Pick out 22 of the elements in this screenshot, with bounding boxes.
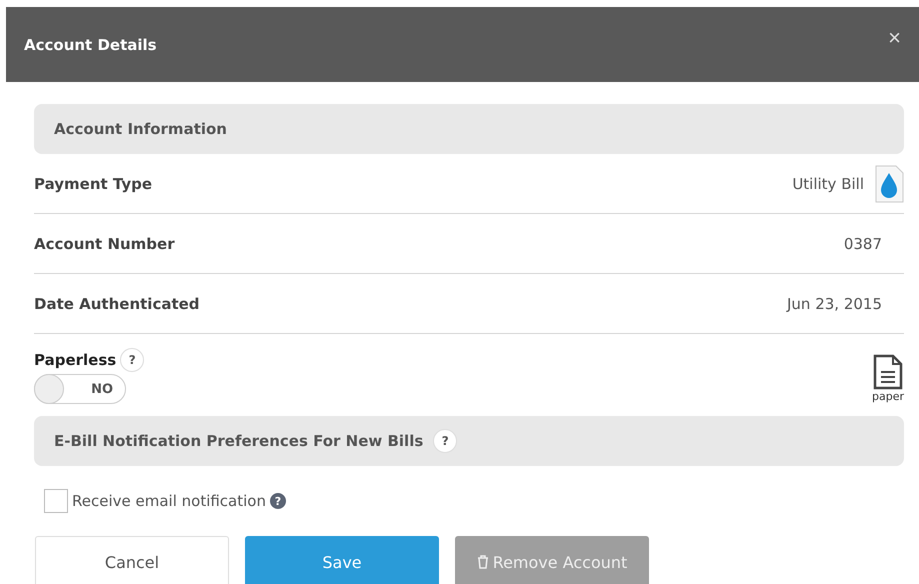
field-label: Date Authenticated <box>34 294 200 312</box>
help-icon[interactable]: ? <box>120 348 144 372</box>
field-value: Utility Bill <box>792 174 864 192</box>
dialog-title: Account Details <box>24 36 157 54</box>
icon-caption: paper <box>872 390 904 403</box>
help-icon[interactable]: ? <box>270 493 286 509</box>
water-drop-icon <box>874 164 904 202</box>
field-label: Paperless <box>34 351 116 369</box>
help-icon[interactable]: ? <box>433 429 458 453</box>
checkbox[interactable] <box>44 489 68 513</box>
field-value: 0387 <box>844 234 882 252</box>
section-title: Account Information <box>54 120 227 138</box>
close-button[interactable]: × <box>888 24 901 50</box>
field-label: Account Number <box>34 234 175 252</box>
checkbox-label: Receive email notification <box>72 492 266 510</box>
cancel-button[interactable]: Cancel <box>35 536 229 584</box>
field-label: Payment Type <box>34 174 152 192</box>
trash-icon <box>476 555 489 569</box>
section-title: E-Bill Notification Preferences For New Bills <box>54 432 424 450</box>
document-icon <box>873 354 903 390</box>
toggle-switch[interactable]: NO <box>34 374 126 404</box>
field-value: Jun 23, 2015 <box>786 294 882 312</box>
